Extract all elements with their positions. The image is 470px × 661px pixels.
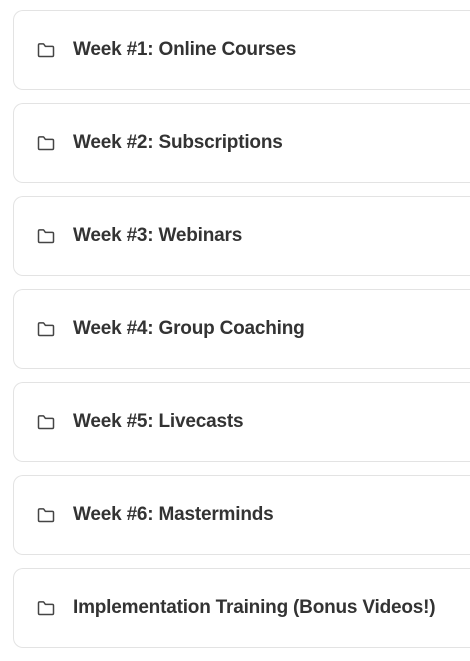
module-title: Week #6: Masterminds bbox=[73, 504, 274, 525]
folder-icon bbox=[37, 321, 55, 337]
module-item-week-2[interactable]: Week #2: Subscriptions bbox=[13, 103, 470, 183]
folder-icon bbox=[37, 228, 55, 244]
module-title: Week #1: Online Courses bbox=[73, 39, 297, 60]
module-item-week-3[interactable]: Week #3: Webinars bbox=[13, 196, 470, 276]
folder-icon bbox=[37, 507, 55, 523]
folder-icon bbox=[37, 42, 55, 58]
module-list: Week #1: Online Courses Week #2: Subscri… bbox=[13, 10, 470, 661]
module-item-week-5[interactable]: Week #5: Livecasts bbox=[13, 382, 470, 462]
module-title: Week #2: Subscriptions bbox=[73, 132, 283, 153]
folder-icon bbox=[37, 414, 55, 430]
folder-icon bbox=[37, 135, 55, 151]
module-title: Week #3: Webinars bbox=[73, 225, 243, 246]
module-item-week-6[interactable]: Week #6: Masterminds bbox=[13, 475, 470, 555]
module-item-week-4[interactable]: Week #4: Group Coaching bbox=[13, 289, 470, 369]
module-title: Week #4: Group Coaching bbox=[73, 318, 305, 339]
folder-icon bbox=[37, 600, 55, 616]
module-item-implementation-training[interactable]: Implementation Training (Bonus Videos!) bbox=[13, 568, 470, 648]
module-item-week-1[interactable]: Week #1: Online Courses bbox=[13, 10, 470, 90]
module-title: Implementation Training (Bonus Videos!) bbox=[73, 597, 436, 618]
module-title: Week #5: Livecasts bbox=[73, 411, 244, 432]
